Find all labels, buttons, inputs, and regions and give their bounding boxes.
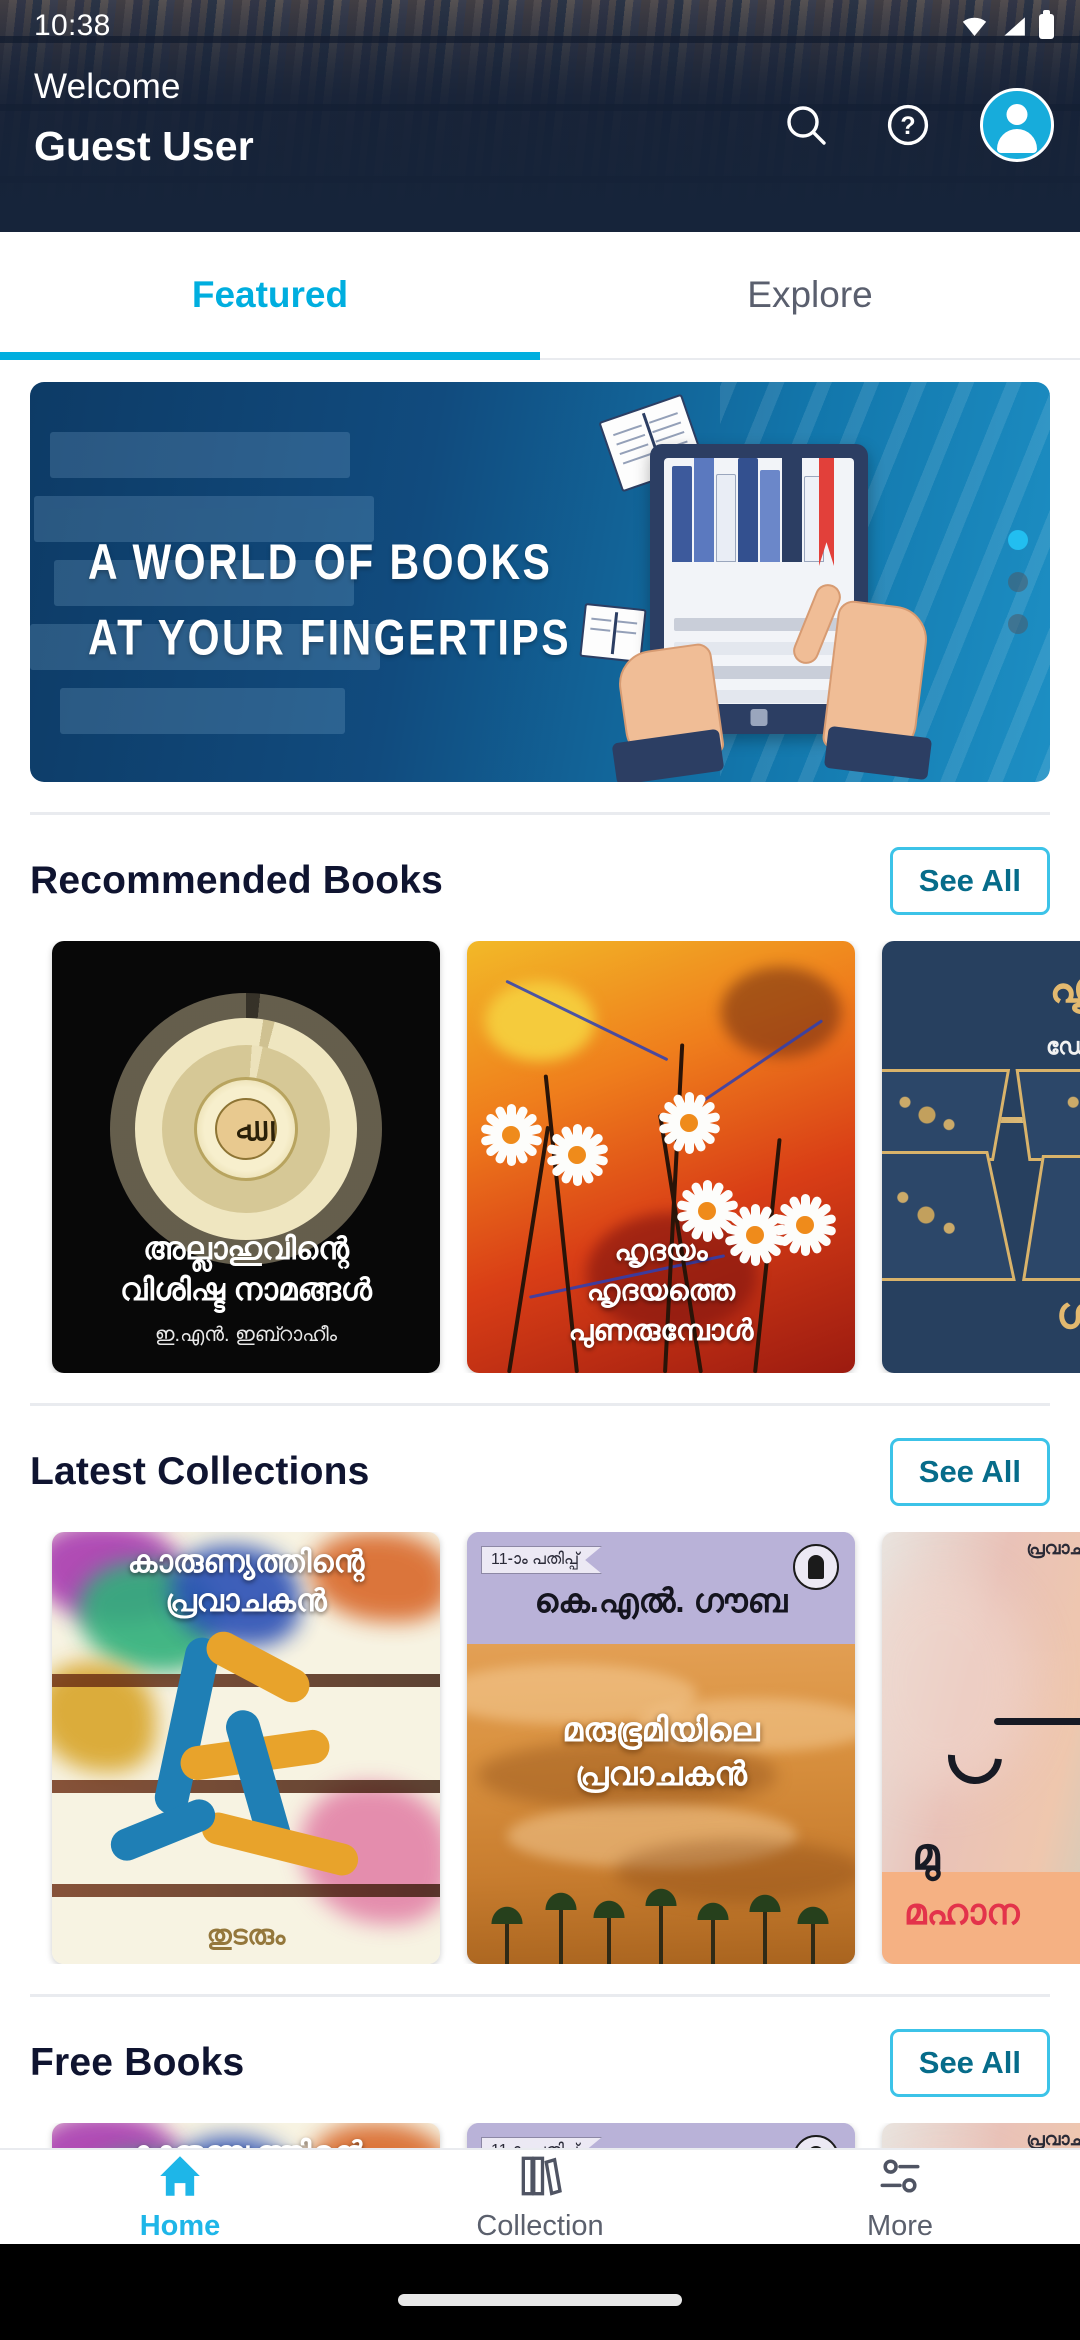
flower-icon: [657, 1091, 721, 1155]
search-button[interactable]: [776, 95, 836, 155]
book-title: കാരുണ്യത്തിന്റെ പ്രവാചകൻ: [127, 1544, 365, 1619]
nav-label: Collection: [476, 2210, 604, 2242]
person-icon: [994, 102, 1040, 148]
book-cover-daisy: ഹൃദയം ഹൃദയത്തെ പുണരുമ്പോൾ: [467, 941, 855, 1373]
promo-banner-container: A WORLD OF BOOKS AT YOUR FINGERTIPS: [0, 360, 1080, 782]
see-all-latest-button[interactable]: See All: [889, 1438, 1050, 1506]
wifi-icon: [962, 17, 987, 36]
book-cover-desert: 11-ാം പതിപ്പ് കെ.എൽ. ഗൗബ മരുഭൂമിയിലെ പ്ര…: [467, 1532, 855, 1964]
book-card[interactable]: കാരുണ്യത്തിന്റെ പ്രവാചകൻ: [52, 2123, 440, 2148]
book-cover-watercolor: കാരുണ്യത്തിന്റെ പ്രവാചകൻ തുടരും: [52, 1532, 440, 1964]
book-card[interactable]: കാരുണ്യത്തിന്റെ പ്രവാചകൻ തുടരും: [52, 1532, 440, 1964]
book-top-text: പ്രവാചക ജീ: [1026, 2129, 1080, 2148]
section-title: Recommended Books: [30, 859, 443, 902]
nav-item-home[interactable]: Home: [0, 2151, 360, 2243]
edition-badge: 11-ാം പതിപ്പ്: [481, 1546, 603, 1574]
book-row-free[interactable]: കാരുണ്യത്തിന്റെ പ്രവാചകൻ 11-ാം പതിപ്പ് ക…: [0, 2123, 1080, 2148]
search-icon: [787, 106, 826, 145]
section-title: Latest Collections: [30, 1450, 370, 1493]
cellular-signal-icon: [1004, 16, 1025, 36]
section-header-free: Free Books See All: [0, 1997, 1080, 2123]
book-title: ഹൃദയം ഹൃദയത്തെ പുണരുമ്പോൾ: [568, 1234, 754, 1347]
book-author: കെ.എൽ. ഗൗബ: [534, 1582, 788, 1619]
greeting-block: Welcome Guest User: [34, 62, 254, 172]
banner-headline-line1: A WORLD OF BOOKS: [88, 533, 553, 590]
status-time: 10:38: [34, 9, 111, 42]
book-top-text: പ്രവാചക ജീ: [1026, 1538, 1080, 1558]
book-title: അല്ലാഹുവിന്റെ വിശിഷ്ട നാമങ്ങൾ: [120, 1231, 372, 1308]
mandala-art: [110, 993, 382, 1265]
books-icon: [521, 2156, 562, 2196]
tab-bar: Featured Explore: [0, 232, 1080, 360]
book-card[interactable]: 11-ാം പതിപ്പ് കെ.എൽ. ഗൗബ: [467, 2123, 855, 2148]
book-author: ഇ.എൻ. ഇബ്റാഹീം: [154, 1324, 338, 1346]
app-screen: 10:38 Welcome Guest User ? Featured Expl…: [0, 0, 1080, 2340]
book-footer-text: തുടരും: [206, 1920, 286, 1950]
book-title: മു: [912, 1830, 940, 1879]
book-author: ഡോ.: [1045, 1033, 1080, 1059]
book-title: ഹൃ: [1049, 960, 1080, 1012]
section-header-recommended: Recommended Books See All: [0, 815, 1080, 941]
book-row-latest[interactable]: കാരുണ്യത്തിന്റെ പ്രവാചകൻ തുടരും 11-ാം പത…: [0, 1532, 1080, 1964]
book-card[interactable]: പ്രവാചക ജീ മു മഹാന: [882, 1532, 1080, 1964]
profile-avatar[interactable]: [980, 88, 1054, 162]
book-title: മരുഭൂമിയിലെ പ്രവാചകൻ: [562, 1711, 760, 1792]
edition-badge: 11-ാം പതിപ്പ്: [481, 2137, 603, 2148]
content-scroll-area[interactable]: A WORLD OF BOOKS AT YOUR FINGERTIPS Reco…: [0, 360, 1080, 2148]
banner-headline-line2: AT YOUR FINGERTIPS: [88, 609, 572, 666]
book-card[interactable]: ഹൃദയം ഹൃദയത്തെ പുണരുമ്പോൾ: [467, 941, 855, 1373]
header-actions: ?: [776, 62, 1054, 162]
home-icon: [160, 2156, 200, 2196]
book-cover-watercolor: കാരുണ്യത്തിന്റെ പ്രവാചകൻ: [52, 2123, 440, 2148]
gesture-navigation-bar: [0, 2244, 1080, 2340]
status-bar: 10:38: [0, 0, 1080, 52]
flower-icon: [545, 1123, 609, 1187]
user-name: Guest User: [34, 122, 254, 169]
nav-label: Home: [139, 2210, 221, 2242]
app-header: 10:38 Welcome Guest User ?: [0, 0, 1080, 232]
book-card[interactable]: പ്രവാചക ജീ: [882, 2123, 1080, 2148]
book-cover-navy-gold: ഹൃ ഡോ. ഗ: [882, 941, 1080, 1373]
header-content: Welcome Guest User ?: [0, 52, 1080, 232]
book-card[interactable]: അല്ലാഹുവിന്റെ വിശിഷ്ട നാമങ്ങൾ ഇ.എൻ. ഇബ്റ…: [52, 941, 440, 1373]
banner-pagination: [1008, 530, 1028, 634]
banner-dot-3[interactable]: [1008, 614, 1028, 634]
svg-text:?: ?: [900, 112, 915, 140]
battery-icon: [1039, 9, 1054, 39]
book-title: കാരുണ്യത്തിന്റെ പ്രവാചകൻ: [52, 2133, 440, 2148]
nav-item-collection[interactable]: Collection: [360, 2151, 720, 2243]
book-subtitle: മഹാന: [904, 1891, 1020, 1932]
promo-banner[interactable]: A WORLD OF BOOKS AT YOUR FINGERTIPS: [30, 382, 1050, 782]
section-header-latest: Latest Collections See All: [0, 1406, 1080, 1532]
banner-dot-2[interactable]: [1008, 572, 1028, 592]
book-cover-pastel: പ്രവാചക ജീ മു മഹാന: [882, 1532, 1080, 1964]
book-row-recommended[interactable]: അല്ലാഹുവിന്റെ വിശിഷ്ട നാമങ്ങൾ ഇ.എൻ. ഇബ്റ…: [0, 941, 1080, 1373]
book-card[interactable]: 11-ാം പതിപ്പ് കെ.എൽ. ഗൗബ മരുഭൂമിയിലെ പ്ര…: [467, 1532, 855, 1964]
flower-icon: [479, 1103, 543, 1167]
see-all-free-button[interactable]: See All: [889, 2029, 1050, 2097]
banner-illustration: [579, 393, 938, 782]
see-all-recommended-button[interactable]: See All: [889, 847, 1050, 915]
greeting-text: Welcome: [34, 67, 181, 106]
banner-dot-1[interactable]: [1008, 530, 1028, 550]
nav-item-more[interactable]: More: [720, 2151, 1080, 2243]
nav-label: More: [866, 2210, 934, 2242]
book-subtitle: ഗ: [1055, 1289, 1080, 1338]
tune-sliders-icon: [880, 2159, 920, 2193]
book-cover-mandala: അല്ലാഹുവിന്റെ വിശിഷ്ട നാമങ്ങൾ ഇ.എൻ. ഇബ്റ…: [52, 941, 440, 1373]
section-title: Free Books: [30, 2041, 245, 2084]
book-cover-desert: 11-ാം പതിപ്പ് കെ.എൽ. ഗൗബ: [467, 2123, 855, 2148]
book-card[interactable]: ഹൃ ഡോ. ഗ: [882, 941, 1080, 1373]
bottom-navigation-bar: Home Collection More: [0, 2148, 1080, 2244]
banner-headline: A WORLD OF BOOKS AT YOUR FINGERTIPS: [88, 524, 571, 676]
tab-explore[interactable]: Explore: [540, 232, 1080, 358]
tab-featured[interactable]: Featured: [0, 232, 540, 360]
book-cover-pastel: പ്രവാചക ജീ: [882, 2123, 1080, 2148]
help-button[interactable]: ?: [878, 95, 938, 155]
help-icon: ?: [887, 104, 929, 146]
bookmark-icon: [819, 458, 834, 566]
status-icons: [961, 9, 1054, 39]
